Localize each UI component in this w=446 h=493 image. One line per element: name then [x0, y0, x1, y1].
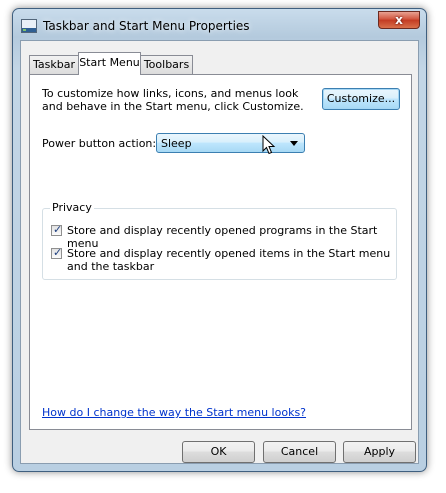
recent-programs-checkbox[interactable]: ✓ [51, 223, 63, 236]
dialog-client-area: Taskbar Start Menu Toolbars To customize… [20, 40, 419, 464]
mouse-cursor-icon [262, 134, 276, 158]
taskbar-properties-icon [21, 19, 37, 33]
ok-button[interactable]: OK [182, 441, 255, 463]
title-bar[interactable]: Taskbar and Start Menu Properties x [13, 9, 426, 41]
properties-window: Taskbar and Start Menu Properties x Task… [12, 8, 427, 472]
start-menu-panel: To customize how links, icons, and menus… [29, 74, 412, 430]
cancel-button[interactable]: Cancel [263, 441, 336, 463]
tab-start-menu[interactable]: Start Menu [78, 52, 141, 75]
tab-taskbar[interactable]: Taskbar [29, 55, 79, 74]
apply-button[interactable]: Apply [343, 441, 416, 463]
checkmark-icon: ✓ [53, 223, 63, 236]
power-button-label: Power button action: [42, 137, 157, 150]
recent-items-checkbox[interactable]: ✓ [51, 246, 63, 259]
privacy-group-title: Privacy [50, 201, 94, 214]
tab-toolbars[interactable]: Toolbars [140, 55, 193, 74]
power-button-select[interactable]: Sleep [156, 133, 305, 153]
customize-button[interactable]: Customize... [322, 88, 400, 110]
recent-items-label[interactable]: Store and display recently opened items … [67, 247, 397, 273]
chevron-down-icon [290, 141, 298, 146]
close-icon: x [395, 13, 403, 27]
close-button[interactable]: x [378, 11, 420, 29]
customize-description: To customize how links, icons, and menus… [42, 87, 304, 113]
window-title: Taskbar and Start Menu Properties [43, 19, 250, 33]
checkmark-icon: ✓ [53, 246, 63, 259]
privacy-group: Privacy ✓ Store and display recently ope… [42, 201, 397, 280]
power-button-value: Sleep [161, 137, 192, 150]
help-link[interactable]: How do I change the way the Start menu l… [42, 406, 306, 419]
